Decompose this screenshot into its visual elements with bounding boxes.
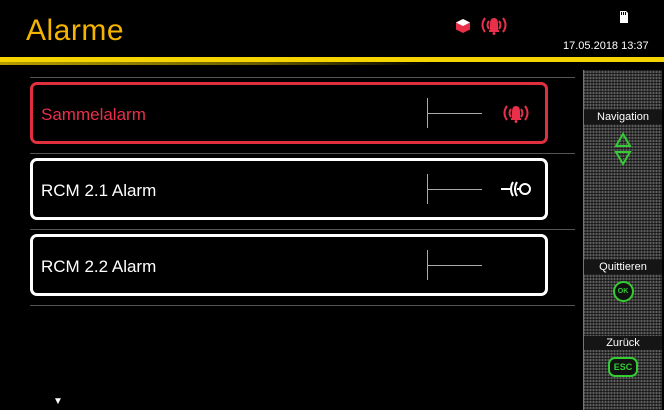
date-time: 17.05.2018 13:37 — [563, 40, 649, 52]
page-title: Alarme — [26, 14, 125, 47]
status-icons — [455, 14, 535, 38]
system-cube-icon — [456, 19, 470, 33]
alarm-label: RCM 2.1 Alarm — [41, 181, 157, 200]
alarm-bell-icon — [481, 17, 507, 35]
softkey-sidebar: Navigation Quittieren OK Zurück ESC — [583, 70, 662, 410]
list-divider — [30, 153, 575, 154]
alarm-row-rcm-2-2[interactable]: RCM 2.2 Alarm — [30, 234, 548, 296]
back-label: Zurück — [584, 336, 662, 350]
navigation-label: Navigation — [584, 110, 662, 124]
up-down-arrows-icon — [614, 132, 632, 166]
acknowledge-softkey[interactable]: OK — [584, 281, 662, 302]
esc-key-icon: ESC — [607, 357, 639, 377]
header-divider — [0, 57, 664, 65]
row-line — [427, 189, 482, 190]
rcm-sensor-icon — [501, 181, 531, 197]
scroll-down-indicator[interactable]: ▼ — [53, 396, 63, 407]
alarm-bell-icon — [503, 105, 529, 123]
list-divider — [30, 305, 575, 306]
row-line — [427, 265, 482, 266]
row-line — [427, 113, 482, 114]
ok-key-icon: OK — [612, 281, 634, 302]
list-divider — [30, 77, 575, 78]
list-divider — [30, 229, 575, 230]
alarm-row-sammelalarm[interactable]: Sammelalarm — [30, 82, 548, 144]
sd-card-icon — [620, 11, 628, 23]
alarm-row-rcm-2-1[interactable]: RCM 2.1 Alarm — [30, 158, 548, 220]
back-softkey[interactable]: ESC — [584, 357, 662, 377]
acknowledge-label: Quittieren — [584, 260, 662, 274]
alarm-label: Sammelalarm — [41, 105, 146, 124]
header-bar: Alarme 17.05.2018 13:37 — [0, 0, 664, 58]
alarm-label: RCM 2.2 Alarm — [41, 257, 157, 276]
navigation-softkey[interactable] — [584, 132, 662, 166]
